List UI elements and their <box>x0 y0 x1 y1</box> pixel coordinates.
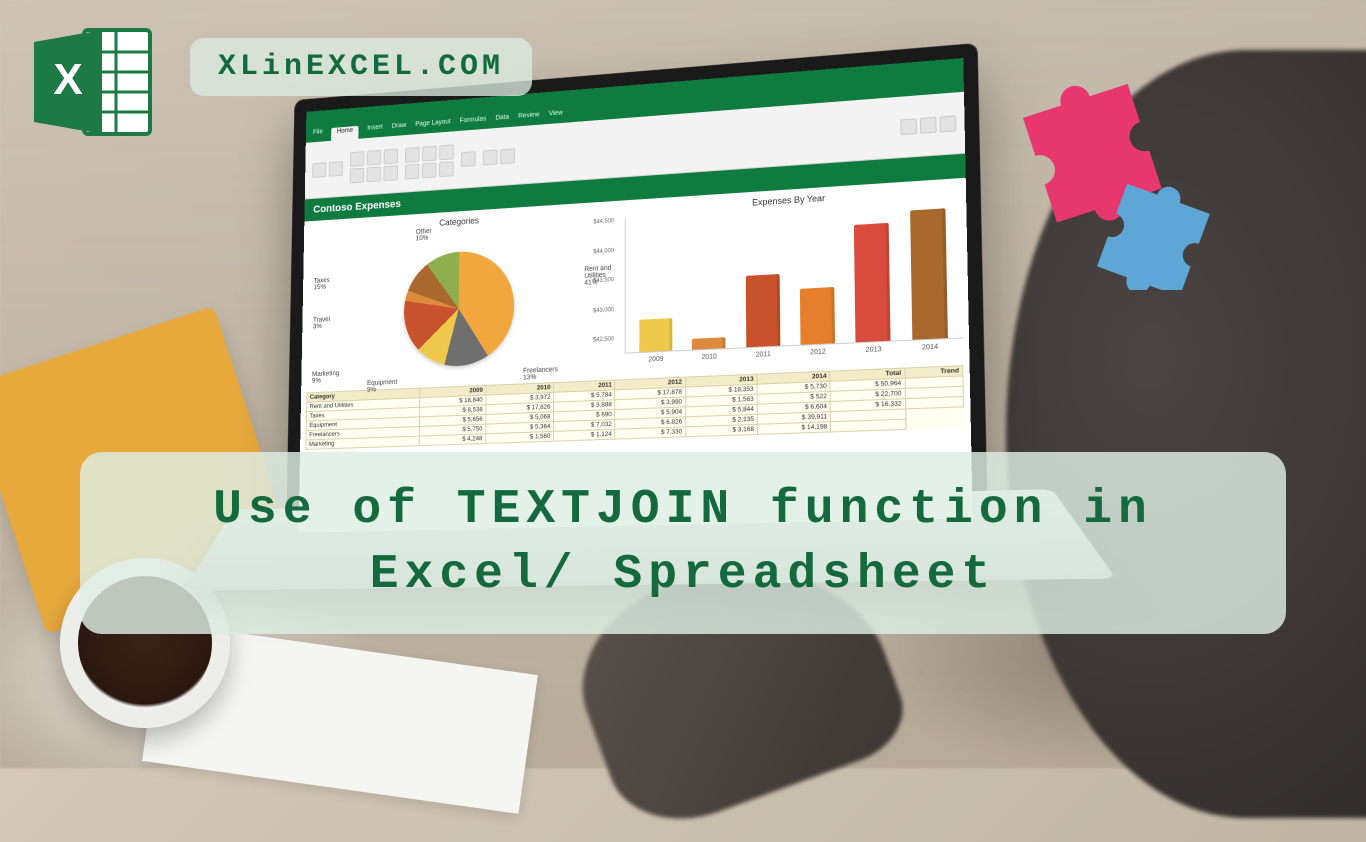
ribbon-tab-data: Data <box>495 114 509 128</box>
puzzle-pieces-icon <box>986 70 1226 290</box>
y-tick: $43,500 <box>593 277 614 284</box>
table-cell: $ 3,168 <box>686 424 758 436</box>
pie-label-other: Other10% <box>416 228 432 242</box>
ribbon-tab-view: View <box>549 110 563 124</box>
svg-text:X: X <box>53 55 82 104</box>
site-url-badge: XLinEXCEL.COM <box>190 38 532 96</box>
table-cell <box>905 397 963 409</box>
article-title-line1: Use of TEXTJOIN function in <box>110 478 1256 543</box>
bar-chart: Expenses By Year $44,500 $44,000 $43,500… <box>625 184 963 371</box>
bar <box>910 208 948 339</box>
pie-graphic <box>403 249 514 369</box>
table-cell: $ 4,248 <box>419 434 486 446</box>
pie-chart: Categories Rent andUtilities41% Freelanc… <box>307 207 616 385</box>
pie-label-freelancers: Freelancers13% <box>523 366 558 381</box>
y-tick: $43,000 <box>593 307 614 314</box>
ribbon-tab-insert: Insert <box>367 124 383 138</box>
ribbon-tab-draw: Draw <box>392 122 407 136</box>
y-tick: $44,000 <box>593 248 614 255</box>
table-cell: $ 1,560 <box>486 431 554 443</box>
bar-x-label: 2009 <box>648 356 663 364</box>
bar-x-label: 2011 <box>756 351 771 359</box>
table-cell: $ 7,330 <box>615 427 686 439</box>
table-cell: $ 14,198 <box>757 422 830 435</box>
article-title-banner: Use of TEXTJOIN function in Excel/ Sprea… <box>80 452 1286 634</box>
table-cell: $ 1,124 <box>554 429 615 441</box>
bar <box>746 274 781 347</box>
pie-label-travel: Travel3% <box>313 316 330 330</box>
site-url-text: XLinEXCEL.COM <box>218 50 504 84</box>
pie-label-equipment: Equipment9% <box>367 379 397 394</box>
bar <box>854 223 891 342</box>
bar-x-label: 2012 <box>810 349 826 357</box>
bar-x-label: 2013 <box>866 346 882 354</box>
pie-label-taxes: Taxes15% <box>314 277 330 291</box>
table-cell <box>831 419 906 432</box>
bar-x-label: 2014 <box>922 344 938 352</box>
y-tick: $42,500 <box>593 337 614 344</box>
bar <box>639 318 672 352</box>
bar-x-label: 2010 <box>701 353 716 361</box>
bar <box>692 337 726 350</box>
sheet-title: Contoso Expenses <box>313 198 401 215</box>
excel-logo-icon: X <box>28 22 158 142</box>
pie-label-marketing: Marketing9% <box>312 370 339 384</box>
bar <box>800 287 835 344</box>
bar-chart-plot: $44,500 $44,000 $43,500 $43,000 $42,500 … <box>625 196 963 353</box>
article-title-line2: Excel/ Spreadsheet <box>110 543 1256 608</box>
ribbon-tab-file: File <box>313 129 323 143</box>
